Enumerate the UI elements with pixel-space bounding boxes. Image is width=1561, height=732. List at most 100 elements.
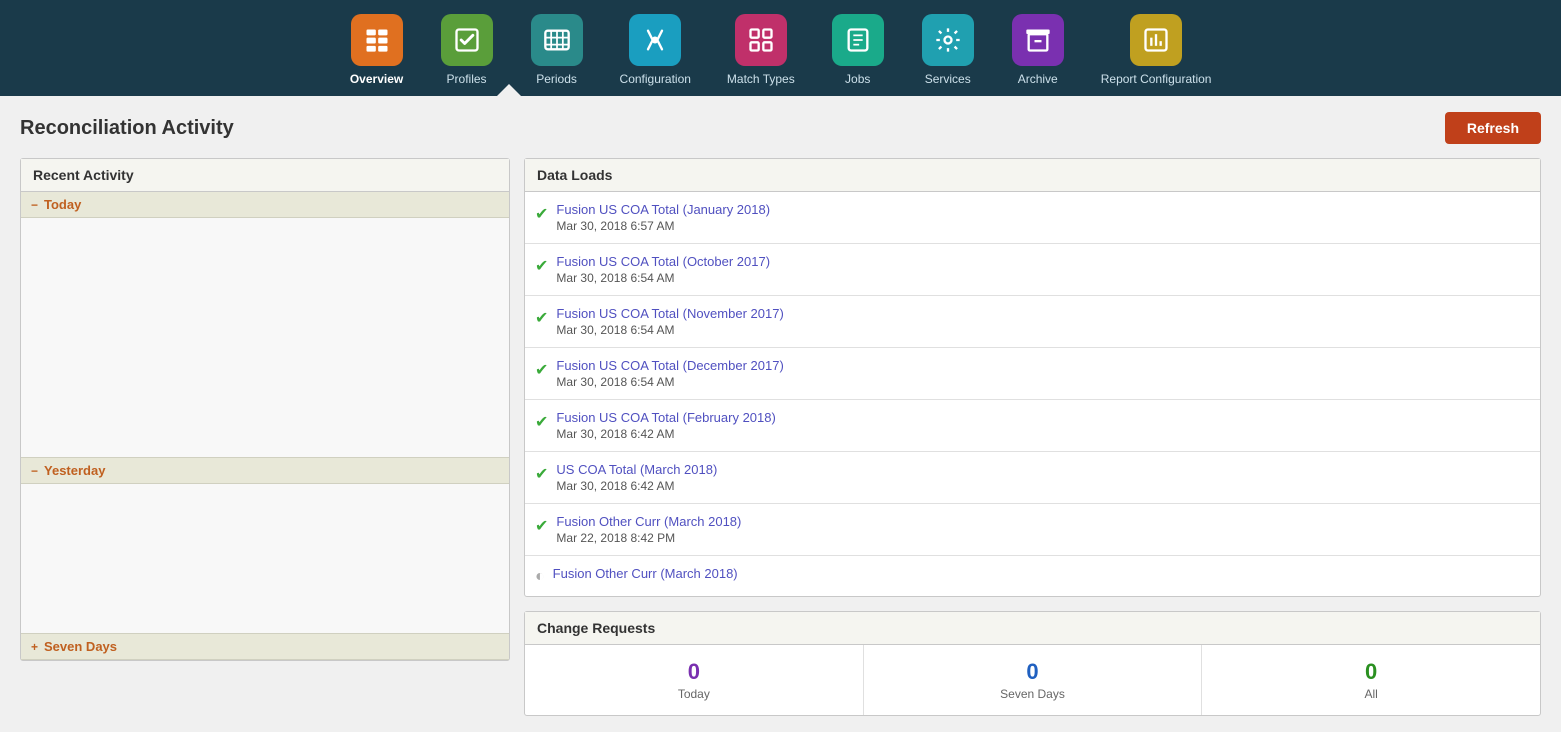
content-area: Reconciliation Activity Refresh Recent A… [0,96,1561,732]
right-panel: Data Loads ✔ Fusion US COA Total (January… [524,158,1541,716]
cr-stat-label: Today [535,687,853,701]
data-loads-panel: Data Loads ✔ Fusion US COA Total (January… [524,158,1541,597]
data-load-item: ◐ Fusion Other Curr (March 2018) [525,556,1540,596]
data-load-text: Fusion US COA Total (November 2017) Mar 3… [556,306,783,337]
nav-label-match-types: Match Types [727,72,795,86]
data-load-title[interactable]: Fusion US COA Total (January 2018) [556,202,770,217]
data-load-text: Fusion US COA Total (February 2018)Mar 3… [556,410,775,441]
check-icon: ✔ [535,360,548,380]
nav-label-jobs: Jobs [845,72,870,86]
data-load-item: ✔ Fusion Other Curr (March 2018) Mar 22, 2… [525,504,1540,556]
data-load-item: ✔ Fusion US COA Total (November 2017) Mar … [525,296,1540,348]
data-load-date: Mar 30, 2018 6:54 AM [556,271,770,285]
nav-indicator [497,84,521,96]
change-requests-header: Change Requests [525,612,1540,645]
change-requests-stats: 0 Today 0 Seven Days 0 All [525,645,1540,715]
nav-icon-profiles [441,14,493,66]
nav-icon-configuration [629,14,681,66]
data-loads-header: Data Loads [525,159,1540,192]
check-icon: ◐ [535,568,545,586]
recent-activity-header: Recent Activity [21,159,509,192]
nav-item-overview[interactable]: Overview [332,8,422,96]
nav-label-report-configuration: Report Configuration [1101,72,1212,86]
data-load-text: Fusion Other Curr (March 2018) [553,566,738,581]
data-load-date: Mar 22, 2018 8:42 PM [556,531,741,545]
data-load-item: ✔ Fusion US COA Total (October 2017) Mar 3… [525,244,1540,296]
refresh-button[interactable]: Refresh [1445,112,1541,144]
seven-days-toggle-icon[interactable]: + [31,640,38,654]
cr-stat-value: 0 [1212,659,1530,685]
nav-item-match-types[interactable]: Match Types [709,8,813,96]
today-toggle-icon[interactable]: − [31,198,38,212]
check-icon: ✔ [535,256,548,276]
data-load-title[interactable]: Fusion Other Curr (March 2018) [556,514,741,529]
data-load-date: Mar 30, 2018 6:42 AM [556,479,717,493]
yesterday-section-body [21,484,509,634]
nav-label-archive: Archive [1018,72,1058,86]
data-load-text: US COA Total (March 2018) Mar 30, 2018 6:… [556,462,717,493]
data-load-text: Fusion US COA Total (October 2017) Mar 30… [556,254,770,285]
yesterday-label: Yesterday [44,463,105,478]
today-section-header[interactable]: − Today [21,192,509,218]
cr-stat-label: Seven Days [874,687,1192,701]
data-load-item: ✔Fusion US COA Total (February 2018)Mar … [525,400,1540,452]
page-title: Reconciliation Activity [20,117,234,140]
nav-label-periods: Periods [536,72,577,86]
nav-icon-report-configuration [1130,14,1182,66]
today-label: Today [44,197,81,212]
check-icon: ✔ [535,464,548,484]
today-section-body [21,218,509,458]
check-icon: ✔ [535,516,548,536]
cr-stat[interactable]: 0 All [1202,645,1540,715]
yesterday-section-header[interactable]: − Yesterday [21,458,509,484]
data-load-text: Fusion US COA Total (January 2018) Mar 30… [556,202,770,233]
nav-icon-jobs [832,14,884,66]
data-load-item: ✔ US COA Total (March 2018) Mar 30, 2018 6… [525,452,1540,504]
data-load-title[interactable]: Fusion Other Curr (March 2018) [553,566,738,581]
data-load-title[interactable]: US COA Total (March 2018) [556,462,717,477]
data-load-date: Mar 30, 2018 6:57 AM [556,219,770,233]
change-requests-panel: Change Requests 0 Today 0 Seven Days 0 All [524,611,1541,716]
left-panel: Recent Activity − Today − Yesterday + Se… [20,158,510,716]
nav-label-profiles: Profiles [447,72,487,86]
data-load-item: ✔ Fusion US COA Total (January 2018) Mar 3… [525,192,1540,244]
cr-stat-value: 0 [535,659,853,685]
nav-item-archive[interactable]: Archive [993,8,1083,96]
cr-stat[interactable]: 0 Seven Days [864,645,1203,715]
page-header: Reconciliation Activity Refresh [20,112,1541,144]
data-load-title[interactable]: Fusion US COA Total (October 2017) [556,254,770,269]
top-nav: Overview Profiles Periods Configuration Matc… [0,0,1561,96]
nav-icon-match-types [735,14,787,66]
cr-stat[interactable]: 0 Today [525,645,864,715]
nav-item-profiles[interactable]: Profiles [422,8,512,96]
data-load-date: Mar 30, 2018 6:54 AM [556,375,783,389]
data-load-title[interactable]: Fusion US COA Total (November 2017) [556,306,783,321]
nav-icon-services [922,14,974,66]
nav-item-periods[interactable]: Periods [512,8,602,96]
nav-icon-overview [351,14,403,66]
data-load-text: Fusion US COA Total (December 2017) Mar 3… [556,358,783,389]
nav-label-overview: Overview [350,72,403,86]
cr-stat-label: All [1212,687,1530,701]
nav-item-jobs[interactable]: Jobs [813,8,903,96]
nav-label-configuration: Configuration [620,72,691,86]
check-icon: ✔ [535,308,548,328]
data-load-item: ✔ Fusion US COA Total (December 2017) Mar … [525,348,1540,400]
data-loads-list: ✔ Fusion US COA Total (January 2018) Mar 3… [525,192,1540,596]
data-load-title[interactable]: Fusion US COA Total (February 2018) [556,410,775,425]
seven-days-section-header[interactable]: + Seven Days [21,634,509,660]
cr-stat-value: 0 [874,659,1192,685]
nav-icon-periods [531,14,583,66]
data-load-text: Fusion Other Curr (March 2018) Mar 22, 20… [556,514,741,545]
nav-item-report-configuration[interactable]: Report Configuration [1083,8,1230,96]
nav-icon-archive [1012,14,1064,66]
check-icon: ✔ [535,204,548,224]
nav-item-services[interactable]: Services [903,8,993,96]
data-load-date: Mar 30, 2018 6:54 AM [556,323,783,337]
yesterday-toggle-icon[interactable]: − [31,464,38,478]
main-columns: Recent Activity − Today − Yesterday + Se… [20,158,1541,716]
nav-label-services: Services [925,72,971,86]
nav-item-configuration[interactable]: Configuration [602,8,709,96]
data-load-title[interactable]: Fusion US COA Total (December 2017) [556,358,783,373]
recent-activity-panel: Recent Activity − Today − Yesterday + Se… [20,158,510,661]
